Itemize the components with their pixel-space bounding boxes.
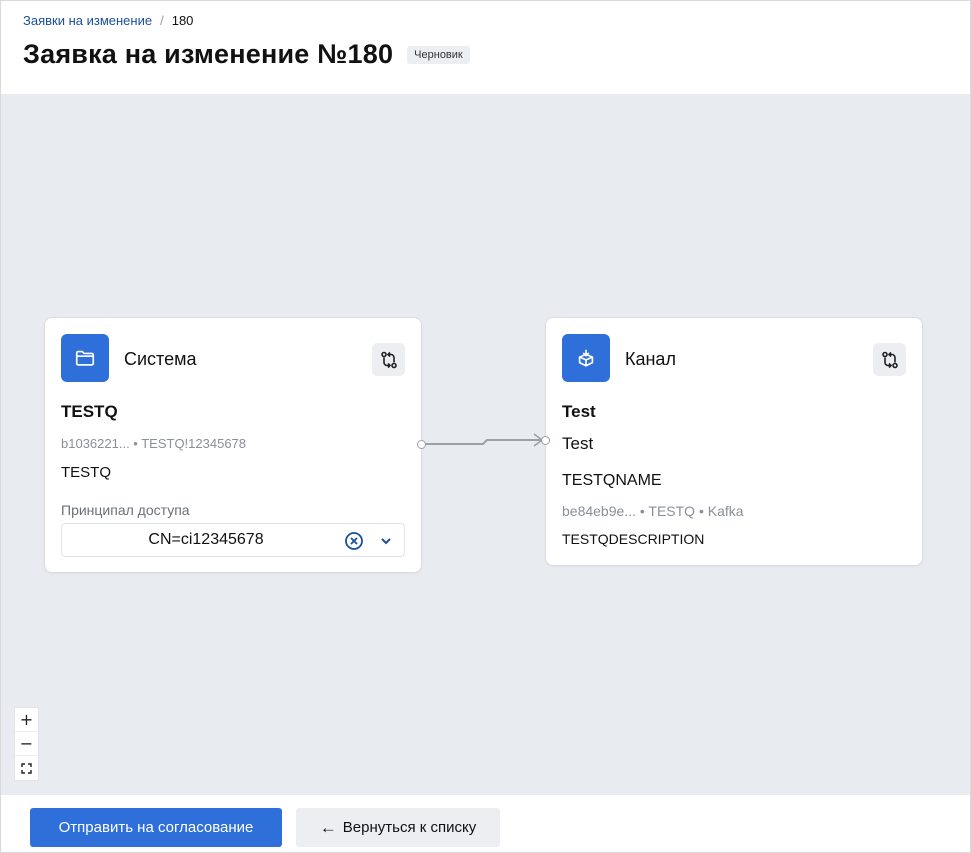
back-to-list-button[interactable]: ← Вернуться к списку [296, 808, 500, 847]
principal-label: Принципал доступа [61, 502, 190, 518]
system-name: TESTQ [61, 402, 118, 421]
system-output-handle[interactable] [417, 440, 426, 449]
flow-canvas[interactable]: Система TESTQ b1036221... • TESTQ!123456… [1, 94, 970, 795]
channel-topic-name: TESTQNAME [562, 472, 662, 489]
system-icon-box [61, 334, 109, 382]
system-type-label: Система [124, 349, 197, 369]
swap-icon [380, 351, 397, 368]
chevron-down-icon[interactable] [378, 533, 394, 549]
system-description: TESTQ [61, 464, 112, 481]
breadcrumb-separator: / [160, 13, 164, 28]
clear-icon[interactable] [344, 531, 364, 551]
principal-select[interactable]: CN=ci12345678 [61, 523, 405, 557]
folder-icon [75, 350, 95, 366]
system-swap-button[interactable] [372, 343, 405, 376]
page-footer: Отправить на согласование ← Вернуться к … [1, 795, 970, 852]
breadcrumb-link-requests[interactable]: Заявки на изменение [23, 13, 152, 28]
swap-icon [881, 351, 898, 368]
channel-subtitle: Test [562, 434, 594, 453]
breadcrumb: Заявки на изменение / 180 [23, 13, 193, 28]
fit-view-icon [21, 762, 32, 774]
channel-name: Test [562, 402, 596, 421]
channel-input-handle[interactable] [541, 436, 550, 445]
back-to-list-label: Вернуться к списку [342, 819, 477, 836]
breadcrumb-current: 180 [171, 13, 194, 28]
system-node-card[interactable]: Система TESTQ b1036221... • TESTQ!123456… [44, 317, 422, 573]
page-header: Заявки на изменение / 180 Заявка на изме… [1, 1, 970, 94]
channel-node-card[interactable]: Канал Test Test TESTQNAME be84eb9e... • … [545, 317, 923, 566]
box-icon [578, 349, 594, 367]
title-row: Заявка на изменение №180 Черновик [23, 39, 470, 70]
status-badge: Черновик [407, 45, 470, 64]
channel-swap-button[interactable] [873, 343, 906, 376]
channel-icon-box [562, 334, 610, 382]
zoom-in-button[interactable]: + [15, 708, 38, 732]
zoom-out-button[interactable]: − [15, 732, 38, 756]
submit-for-approval-button[interactable]: Отправить на согласование [30, 808, 282, 847]
page-title: Заявка на изменение №180 [23, 39, 394, 69]
channel-type-label: Канал [625, 349, 676, 369]
channel-description: TESTQDESCRIPTION [562, 531, 705, 547]
fit-view-button[interactable] [15, 756, 38, 780]
system-meta: b1036221... • TESTQ!12345678 [61, 436, 247, 451]
arrow-left-icon: ← [319, 817, 337, 837]
zoom-controls: + − [14, 707, 39, 781]
principal-value: CN=ci12345678 [148, 531, 264, 548]
channel-meta: be84eb9e... • TESTQ • Kafka [562, 503, 744, 519]
